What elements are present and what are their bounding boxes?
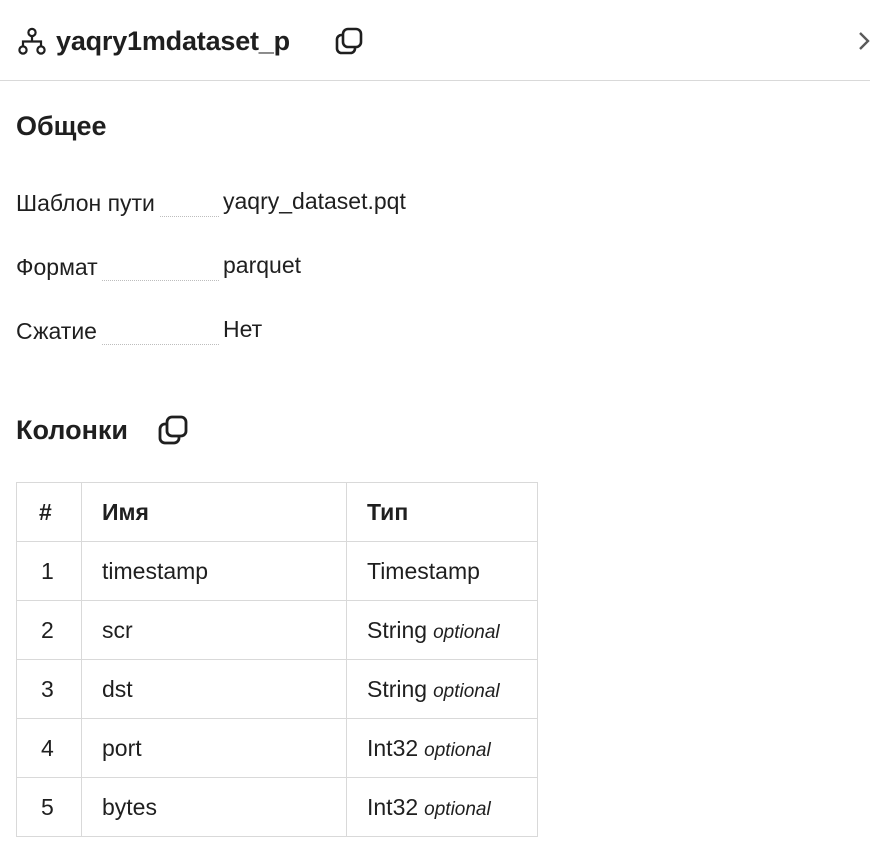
column-name: timestamp bbox=[81, 541, 347, 601]
column-type: String bbox=[367, 616, 428, 643]
general-section-title: Общее bbox=[16, 111, 107, 141]
table-row: 4 port Int32 optional bbox=[16, 718, 538, 778]
property-label: Сжатие bbox=[16, 318, 101, 345]
optional-marker: optional bbox=[433, 621, 500, 643]
property-value: yaqry_dataset.pqt bbox=[223, 188, 406, 214]
column-header-number: # bbox=[16, 482, 82, 542]
row-number: 1 bbox=[16, 541, 82, 601]
columns-table: # Имя Тип 1 timestamp Timestamp 2 scr St… bbox=[16, 482, 538, 837]
column-name: bytes bbox=[81, 777, 347, 837]
table-row: 1 timestamp Timestamp bbox=[16, 541, 538, 601]
row-number: 5 bbox=[16, 777, 82, 837]
property-label: Шаблон пути bbox=[16, 190, 159, 217]
copy-columns-icon[interactable] bbox=[157, 414, 189, 446]
column-type-cell: Timestamp bbox=[346, 541, 538, 601]
column-name: scr bbox=[81, 600, 347, 660]
property-row-path-template: Шаблон пути yaqry_dataset.pqt bbox=[16, 188, 616, 220]
column-name: port bbox=[81, 718, 347, 778]
object-title: yaqry1mdataset_p bbox=[56, 26, 290, 56]
table-row: 2 scr String optional bbox=[16, 600, 538, 660]
schema-tree-icon bbox=[18, 27, 46, 55]
optional-marker: optional bbox=[424, 739, 491, 761]
property-row-compression: Сжатие Нет bbox=[16, 316, 616, 348]
column-type-cell: Int32 optional bbox=[346, 777, 538, 837]
optional-marker: optional bbox=[424, 798, 491, 820]
column-name: dst bbox=[81, 659, 347, 719]
column-type: Int32 bbox=[367, 793, 419, 820]
column-header-type: Тип bbox=[346, 482, 538, 542]
table-header-row: # Имя Тип bbox=[16, 482, 538, 542]
row-number: 4 bbox=[16, 718, 82, 778]
object-header: yaqry1mdataset_p bbox=[0, 0, 870, 81]
column-type: Int32 bbox=[367, 734, 419, 761]
row-number: 3 bbox=[16, 659, 82, 719]
property-value: parquet bbox=[223, 252, 302, 278]
column-type: String bbox=[367, 675, 428, 702]
columns-section-title: Колонки bbox=[16, 415, 129, 445]
optional-marker: optional bbox=[433, 680, 500, 702]
property-row-format: Формат parquet bbox=[16, 252, 616, 284]
property-value: Нет bbox=[223, 316, 263, 342]
row-number: 2 bbox=[16, 600, 82, 660]
column-type-cell: String optional bbox=[346, 600, 538, 660]
table-row: 3 dst String optional bbox=[16, 659, 538, 719]
copy-icon[interactable] bbox=[334, 26, 364, 56]
column-type: Timestamp bbox=[367, 557, 480, 584]
column-type-cell: String optional bbox=[346, 659, 538, 719]
table-row: 5 bytes Int32 optional bbox=[16, 777, 538, 837]
column-type-cell: Int32 optional bbox=[346, 718, 538, 778]
chevron-right-icon[interactable] bbox=[856, 30, 870, 52]
property-label: Формат bbox=[16, 254, 102, 281]
column-header-name: Имя bbox=[81, 482, 347, 542]
